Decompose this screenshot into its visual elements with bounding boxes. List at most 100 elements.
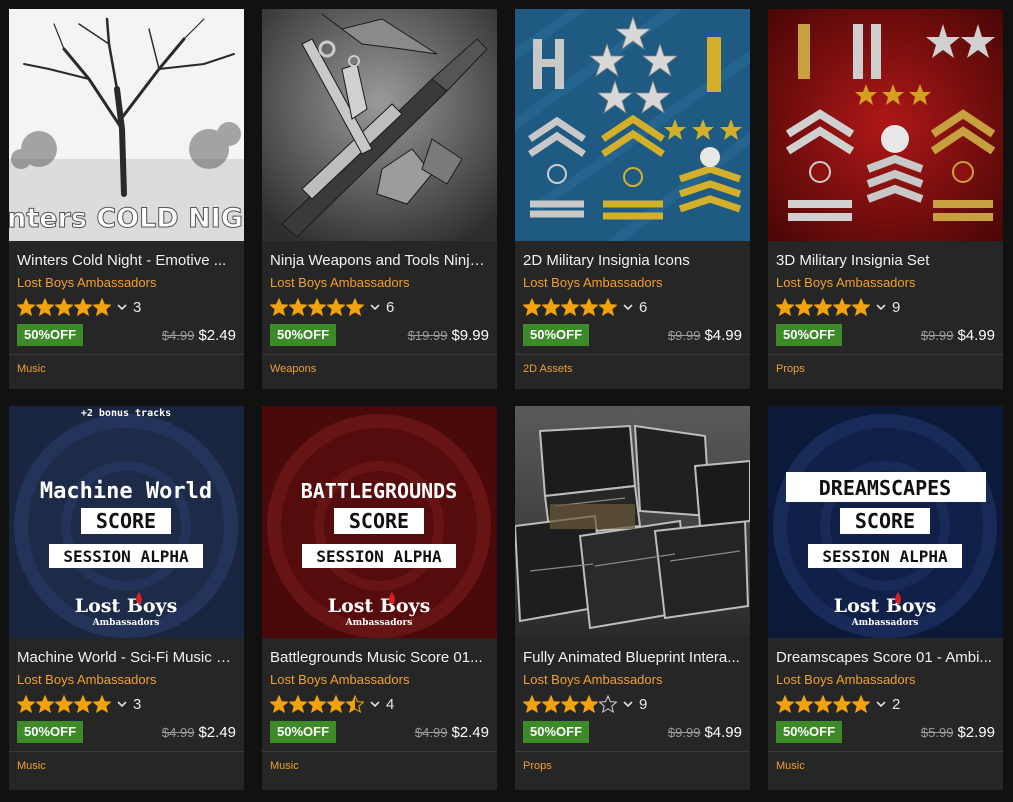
thumbnail-caption: Machine World xyxy=(40,479,212,504)
star-filled-icon xyxy=(308,298,326,316)
sale-price: $9.99 xyxy=(451,326,489,344)
discount-badge: 50%OFF xyxy=(270,324,337,346)
product-title[interactable]: Machine World - Sci-Fi Music S... xyxy=(9,648,244,668)
product-publisher[interactable]: Lost Boys Ambassadors xyxy=(9,671,244,689)
divider xyxy=(262,751,497,752)
product-title[interactable]: Ninja Weapons and Tools Ninja... xyxy=(262,251,497,271)
star-filled-icon xyxy=(289,695,307,713)
rating-stars xyxy=(270,298,365,316)
sale-price: $2.49 xyxy=(198,723,236,741)
star-filled-icon xyxy=(542,695,560,713)
product-thumbnail[interactable] xyxy=(515,9,750,241)
star-filled-icon xyxy=(580,298,598,316)
category-link[interactable]: Weapons xyxy=(262,357,497,381)
chevron-down-icon[interactable] xyxy=(116,698,128,710)
chevron-down-icon[interactable] xyxy=(875,698,887,710)
product-title[interactable]: Winters Cold Night - Emotive ... xyxy=(9,251,244,271)
prices: $9.99 $4.99 xyxy=(668,724,742,741)
product-thumbnail[interactable]: DREAMSCAPES SCORE SESSION ALPHA Lost Boy… xyxy=(768,406,1003,638)
star-filled-icon xyxy=(833,298,851,316)
chevron-down-icon[interactable] xyxy=(622,301,634,313)
price-row: 50%OFF $19.99 $9.99 xyxy=(262,322,497,348)
chevron-down-icon[interactable] xyxy=(116,301,128,313)
star-filled-icon xyxy=(852,695,870,713)
rating-row: 6 xyxy=(515,295,750,319)
product-thumbnail[interactable] xyxy=(768,9,1003,241)
star-filled-icon xyxy=(776,298,794,316)
category-link[interactable]: Music xyxy=(262,754,497,778)
original-price: $5.99 xyxy=(920,724,954,740)
star-filled-icon xyxy=(795,298,813,316)
rating-count: 6 xyxy=(639,298,648,316)
star-filled-icon xyxy=(833,695,851,713)
product-thumbnail[interactable]: Winters COLD NIGHT xyxy=(9,9,244,241)
star-filled-icon xyxy=(308,695,326,713)
sale-price: $2.99 xyxy=(957,723,995,741)
thumbnail-caption: SCORE xyxy=(349,509,409,533)
product-card[interactable]: 2D Military Insignia Icons Lost Boys Amb… xyxy=(515,9,750,389)
rating-count: 3 xyxy=(133,298,142,316)
price-row: 50%OFF $9.99 $4.99 xyxy=(768,322,1003,348)
rating-stars xyxy=(17,298,112,316)
chevron-down-icon[interactable] xyxy=(622,698,634,710)
product-card[interactable]: DREAMSCAPES SCORE SESSION ALPHA Lost Boy… xyxy=(768,406,1003,790)
rating-stars xyxy=(776,695,871,713)
star-half-icon xyxy=(346,695,364,713)
discount-badge: 50%OFF xyxy=(776,324,843,346)
divider xyxy=(9,354,244,355)
discount-badge: 50%OFF xyxy=(17,324,84,346)
product-card[interactable]: Ninja Weapons and Tools Ninja... Lost Bo… xyxy=(262,9,497,389)
product-publisher[interactable]: Lost Boys Ambassadors xyxy=(262,274,497,292)
star-filled-icon xyxy=(523,695,541,713)
thumbnail-logo-sub: Ambassadors xyxy=(851,618,919,628)
product-title[interactable]: 2D Military Insignia Icons xyxy=(515,251,750,271)
product-card[interactable]: Fully Animated Blueprint Intera... Lost … xyxy=(515,406,750,790)
star-filled-icon xyxy=(580,695,598,713)
product-title[interactable]: 3D Military Insignia Set xyxy=(768,251,1003,271)
original-price: $9.99 xyxy=(667,724,701,740)
category-link[interactable]: Music xyxy=(9,754,244,778)
category-link[interactable]: Props xyxy=(515,754,750,778)
product-thumbnail[interactable]: +2 bonus tracks Machine World SCORE SESS… xyxy=(9,406,244,638)
product-title[interactable]: Battlegrounds Music Score 01... xyxy=(262,648,497,668)
chevron-down-icon[interactable] xyxy=(369,698,381,710)
discount-badge: 50%OFF xyxy=(17,721,84,743)
product-title[interactable]: Dreamscapes Score 01 - Ambi... xyxy=(768,648,1003,668)
rating-row: 3 xyxy=(9,692,244,716)
category-link[interactable]: Music xyxy=(768,754,1003,778)
thumbnail-logo: Lost Boys xyxy=(834,595,937,617)
star-filled-icon xyxy=(270,695,288,713)
prices: $4.99 $2.49 xyxy=(162,327,236,344)
product-card[interactable]: 3D Military Insignia Set Lost Boys Ambas… xyxy=(768,9,1003,389)
price-row: 50%OFF $4.99 $2.49 xyxy=(9,322,244,348)
product-thumbnail[interactable] xyxy=(515,406,750,638)
product-thumbnail[interactable] xyxy=(262,9,497,241)
price-row: 50%OFF $4.99 $2.49 xyxy=(9,719,244,745)
star-filled-icon xyxy=(852,298,870,316)
product-card[interactable]: BATTLEGROUNDS SCORE SESSION ALPHA Lost B… xyxy=(262,406,497,790)
rating-count: 3 xyxy=(133,695,142,713)
product-card[interactable]: +2 bonus tracks Machine World SCORE SESS… xyxy=(9,406,244,790)
product-title[interactable]: Fully Animated Blueprint Intera... xyxy=(515,648,750,668)
product-publisher[interactable]: Lost Boys Ambassadors xyxy=(515,671,750,689)
chevron-down-icon[interactable] xyxy=(369,301,381,313)
product-publisher[interactable]: Lost Boys Ambassadors xyxy=(768,274,1003,292)
product-publisher[interactable]: Lost Boys Ambassadors xyxy=(9,274,244,292)
star-filled-icon xyxy=(93,298,111,316)
star-filled-icon xyxy=(542,298,560,316)
divider xyxy=(515,751,750,752)
thumbnail-caption: SCORE xyxy=(96,509,156,533)
rating-row: 6 xyxy=(262,295,497,319)
category-link[interactable]: Music xyxy=(9,357,244,381)
category-link[interactable]: Props xyxy=(768,357,1003,381)
product-publisher[interactable]: Lost Boys Ambassadors xyxy=(262,671,497,689)
thumbnail-logo-sub: Ambassadors xyxy=(92,618,160,628)
product-publisher[interactable]: Lost Boys Ambassadors xyxy=(515,274,750,292)
chevron-down-icon[interactable] xyxy=(875,301,887,313)
product-card[interactable]: Winters COLD NIGHT Winters Cold Night - … xyxy=(9,9,244,389)
star-empty-icon xyxy=(599,695,617,713)
product-publisher[interactable]: Lost Boys Ambassadors xyxy=(768,671,1003,689)
category-link[interactable]: 2D Assets xyxy=(515,357,750,381)
star-filled-icon xyxy=(776,695,794,713)
product-thumbnail[interactable]: BATTLEGROUNDS SCORE SESSION ALPHA Lost B… xyxy=(262,406,497,638)
